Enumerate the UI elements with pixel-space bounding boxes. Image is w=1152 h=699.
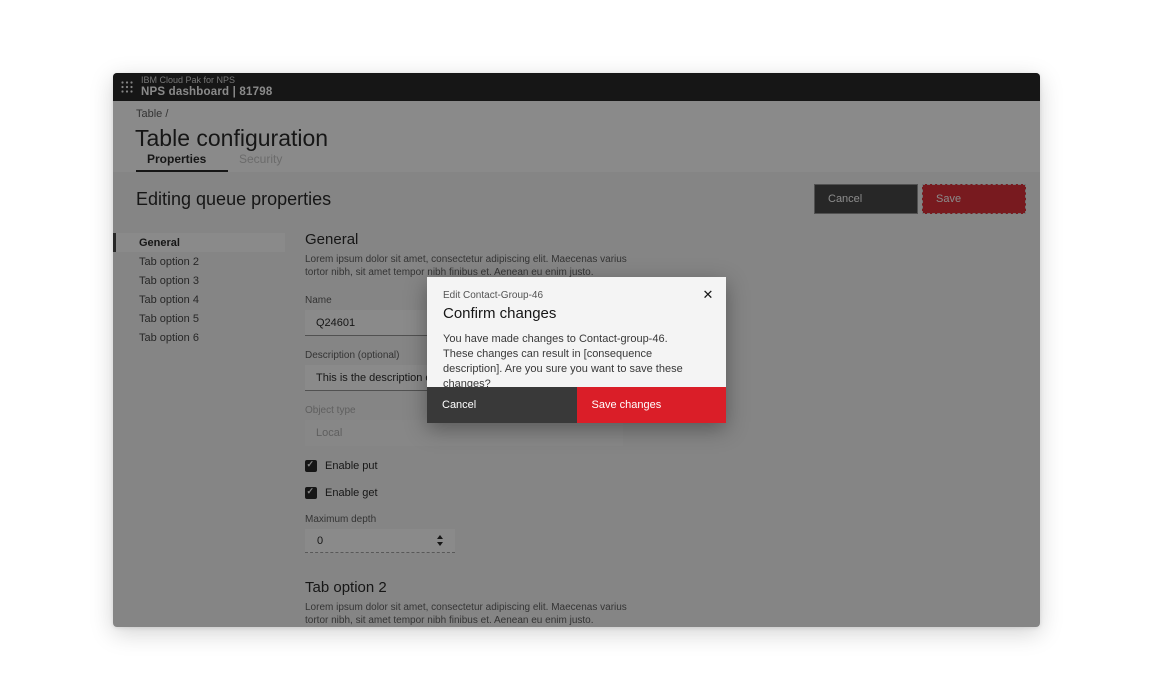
modal-context-label: Edit Contact-Group-46 [443,290,686,301]
modal-cancel-button[interactable]: Cancel [427,387,577,423]
modal-save-changes-button[interactable]: Save changes [577,387,727,423]
confirm-changes-modal: Edit Contact-Group-46 Confirm changes ✕ … [427,277,726,423]
app-window: IBM Cloud Pak for NPS NPS dashboard | 81… [113,73,1040,627]
modal-body-text: You have made changes to Contact-group-4… [427,322,726,392]
modal-title: Confirm changes [443,305,686,322]
close-icon[interactable]: ✕ [696,283,720,307]
modal-footer: Cancel Save changes [427,387,726,423]
